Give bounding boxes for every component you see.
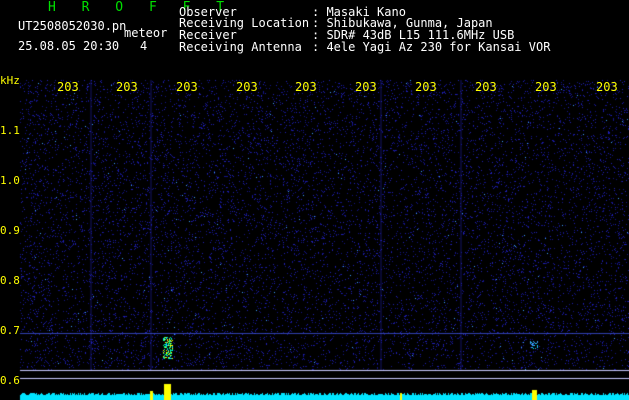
x-tick-label: 203 xyxy=(475,80,497,94)
x-tick-label: 203 xyxy=(176,80,198,94)
x-tick-label: 203 xyxy=(355,80,377,94)
x-tick-label: 203 xyxy=(236,80,258,94)
x-tick-label: 203 xyxy=(116,80,138,94)
x-tick-label: 203 xyxy=(415,80,437,94)
x-tick-label: 203 xyxy=(57,80,79,94)
y-tick-label: 0.8 xyxy=(0,274,20,287)
y-tick-label: 1.1 xyxy=(0,124,20,137)
x-tick-label: 203 xyxy=(535,80,557,94)
y-tick-label: 1.0 xyxy=(0,174,20,187)
spectrogram-canvas[interactable] xyxy=(0,75,629,400)
y-axis-unit: kHz xyxy=(0,74,20,87)
y-tick-label: 0.7 xyxy=(0,324,20,337)
y-tick-label: 0.6 xyxy=(0,374,20,387)
info-label-antenna: Receiving Antenna xyxy=(179,40,302,54)
observation-datetime: 25.08.05 20:30 xyxy=(18,39,120,53)
detection-tag: meteor xyxy=(124,26,168,40)
x-tick-label: 203 xyxy=(596,80,618,94)
file-name: UT2508052030.pn xyxy=(18,19,127,33)
detection-count: 4 xyxy=(140,39,148,53)
y-tick-label: 0.9 xyxy=(0,224,20,237)
x-tick-label: 203 xyxy=(295,80,317,94)
info-value-antenna: : 4ele Yagi Az 230 for Kansai VOR xyxy=(312,40,551,54)
